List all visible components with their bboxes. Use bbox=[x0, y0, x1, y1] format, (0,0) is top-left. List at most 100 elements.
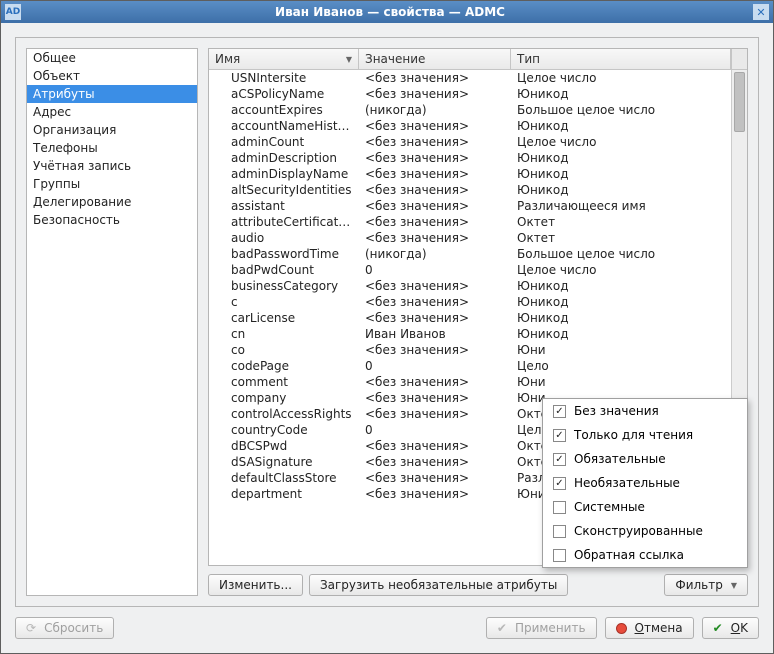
table-row[interactable]: aCSPolicyName<без значения>Юникод bbox=[209, 86, 747, 102]
table-row[interactable]: codePage0Цело bbox=[209, 358, 747, 374]
properties-window: AD Иван Иванов — свойства — ADMC ✕ Общее… bbox=[0, 0, 774, 654]
cell-type: Большое целое число bbox=[511, 102, 747, 118]
sidebar-item-7[interactable]: Группы bbox=[27, 175, 197, 193]
filter-option-1[interactable]: ✓Только для чтения bbox=[543, 423, 747, 447]
sidebar-item-2[interactable]: Атрибуты bbox=[27, 85, 197, 103]
edit-button[interactable]: Изменить... bbox=[208, 574, 303, 596]
filter-button[interactable]: Фильтр ▼ bbox=[664, 574, 748, 596]
table-row[interactable]: cnИван ИвановЮникод bbox=[209, 326, 747, 342]
load-optional-button[interactable]: Загрузить необязательные атрибуты bbox=[309, 574, 568, 596]
sidebar-item-4[interactable]: Организация bbox=[27, 121, 197, 139]
sidebar-item-5[interactable]: Телефоны bbox=[27, 139, 197, 157]
cell-value: <без значения> bbox=[359, 294, 511, 310]
cell-name: dSASignature bbox=[209, 454, 359, 470]
column-header-name[interactable]: Имя ▼ bbox=[209, 49, 359, 69]
cell-name: defaultClassStore bbox=[209, 470, 359, 486]
sidebar-item-8[interactable]: Делегирование bbox=[27, 193, 197, 211]
checkbox-icon[interactable] bbox=[553, 501, 566, 514]
column-header-type-label: Тип bbox=[517, 52, 540, 66]
cell-value: <без значения> bbox=[359, 182, 511, 198]
dialog-footer: Сбросить Применить Отмена ✔ OK bbox=[15, 617, 759, 639]
sidebar: ОбщееОбъектАтрибутыАдресОрганизацияТелеф… bbox=[26, 48, 198, 596]
checkbox-icon[interactable]: ✓ bbox=[553, 453, 566, 466]
cell-value: <без значения> bbox=[359, 470, 511, 486]
cell-type: Юникод bbox=[511, 150, 747, 166]
cell-value: 0 bbox=[359, 358, 511, 374]
filter-option-2[interactable]: ✓Обязательные bbox=[543, 447, 747, 471]
table-row[interactable]: businessCategory<без значения>Юникод bbox=[209, 278, 747, 294]
table-row[interactable]: accountExpires(никогда)Большое целое чис… bbox=[209, 102, 747, 118]
table-row[interactable]: badPasswordTime(никогда)Большое целое чи… bbox=[209, 246, 747, 262]
sidebar-item-1[interactable]: Объект bbox=[27, 67, 197, 85]
cell-name: adminDescription bbox=[209, 150, 359, 166]
table-row[interactable]: adminDescription<без значения>Юникод bbox=[209, 150, 747, 166]
filter-option-3[interactable]: ✓ Необязательные bbox=[543, 471, 747, 495]
table-header: Имя ▼ Значение Тип bbox=[209, 49, 747, 70]
column-header-type[interactable]: Тип bbox=[511, 49, 731, 69]
apply-icon bbox=[497, 621, 511, 635]
table-row[interactable]: audio<без значения>Октет bbox=[209, 230, 747, 246]
filter-option-4[interactable]: Системные bbox=[543, 495, 747, 519]
cell-value: <без значения> bbox=[359, 118, 511, 134]
cell-type: Юникод bbox=[511, 166, 747, 182]
cell-name: adminDisplayName bbox=[209, 166, 359, 182]
cell-type: Октет bbox=[511, 214, 747, 230]
sidebar-item-9[interactable]: Безопасность bbox=[27, 211, 197, 229]
cell-name: accountExpires bbox=[209, 102, 359, 118]
table-row[interactable]: accountNameHistory<без значения>Юникод bbox=[209, 118, 747, 134]
filter-option-0[interactable]: ✓Без значения bbox=[543, 399, 747, 423]
checkbox-icon[interactable]: ✓ bbox=[553, 477, 566, 490]
cell-name: carLicense bbox=[209, 310, 359, 326]
table-row[interactable]: adminCount<без значения>Целое число bbox=[209, 134, 747, 150]
reset-button[interactable]: Сбросить bbox=[15, 617, 114, 639]
table-row[interactable]: adminDisplayName<без значения>Юникод bbox=[209, 166, 747, 182]
checkbox-icon[interactable] bbox=[553, 525, 566, 538]
sidebar-item-3[interactable]: Адрес bbox=[27, 103, 197, 121]
cell-type: Юникод bbox=[511, 310, 747, 326]
table-row[interactable]: altSecurityIdentities<без значения>Юнико… bbox=[209, 182, 747, 198]
filter-option-label: Обратная ссылка bbox=[574, 548, 684, 562]
checkbox-icon[interactable]: ✓ bbox=[553, 405, 566, 418]
table-row[interactable]: co<без значения>Юни bbox=[209, 342, 747, 358]
apply-button[interactable]: Применить bbox=[486, 617, 597, 639]
column-header-value[interactable]: Значение bbox=[359, 49, 511, 69]
cell-name: c bbox=[209, 294, 359, 310]
cell-type: Целое число bbox=[511, 134, 747, 150]
cell-type: Цело bbox=[511, 358, 747, 374]
cell-name: audio bbox=[209, 230, 359, 246]
cell-name: assistant bbox=[209, 198, 359, 214]
filter-option-5[interactable]: Сконструированные bbox=[543, 519, 747, 543]
table-row[interactable]: attributeCertificateAt...<без значения>О… bbox=[209, 214, 747, 230]
titlebar[interactable]: AD Иван Иванов — свойства — ADMC ✕ bbox=[1, 1, 773, 23]
cancel-button[interactable]: Отмена bbox=[605, 617, 694, 639]
table-row[interactable]: c<без значения>Юникод bbox=[209, 294, 747, 310]
filter-option-label: Системные bbox=[574, 500, 645, 514]
sidebar-item-6[interactable]: Учётная запись bbox=[27, 157, 197, 175]
checkbox-icon[interactable]: ✓ bbox=[553, 429, 566, 442]
cell-type: Юникод bbox=[511, 86, 747, 102]
table-row[interactable]: USNIntersite<без значения>Целое число bbox=[209, 70, 747, 86]
cell-type: Большое целое число bbox=[511, 246, 747, 262]
cell-name: altSecurityIdentities bbox=[209, 182, 359, 198]
table-row[interactable]: badPwdCount0Целое число bbox=[209, 262, 747, 278]
cancel-icon bbox=[616, 623, 627, 634]
close-icon[interactable]: ✕ bbox=[753, 4, 769, 20]
ok-button[interactable]: ✔ OK bbox=[702, 617, 759, 639]
checkbox-icon[interactable] bbox=[553, 549, 566, 562]
sidebar-item-0[interactable]: Общее bbox=[27, 49, 197, 67]
attribute-buttons-row: Изменить... Загрузить необязательные атр… bbox=[208, 574, 748, 596]
cell-name: dBCSPwd bbox=[209, 438, 359, 454]
filter-option-6[interactable]: Обратная ссылка bbox=[543, 543, 747, 567]
cell-name: businessCategory bbox=[209, 278, 359, 294]
cell-name: countryCode bbox=[209, 422, 359, 438]
ok-button-label: OK bbox=[731, 621, 748, 635]
table-row[interactable]: comment<без значения>Юни bbox=[209, 374, 747, 390]
cell-name: aCSPolicyName bbox=[209, 86, 359, 102]
cell-type: Юникод bbox=[511, 278, 747, 294]
cell-value: 0 bbox=[359, 422, 511, 438]
filter-option-label: Необязательные bbox=[574, 476, 680, 490]
table-row[interactable]: assistant<без значения>Различающееся имя bbox=[209, 198, 747, 214]
scrollbar-thumb[interactable] bbox=[734, 72, 745, 132]
table-row[interactable]: carLicense<без значения>Юникод bbox=[209, 310, 747, 326]
cell-value: <без значения> bbox=[359, 342, 511, 358]
